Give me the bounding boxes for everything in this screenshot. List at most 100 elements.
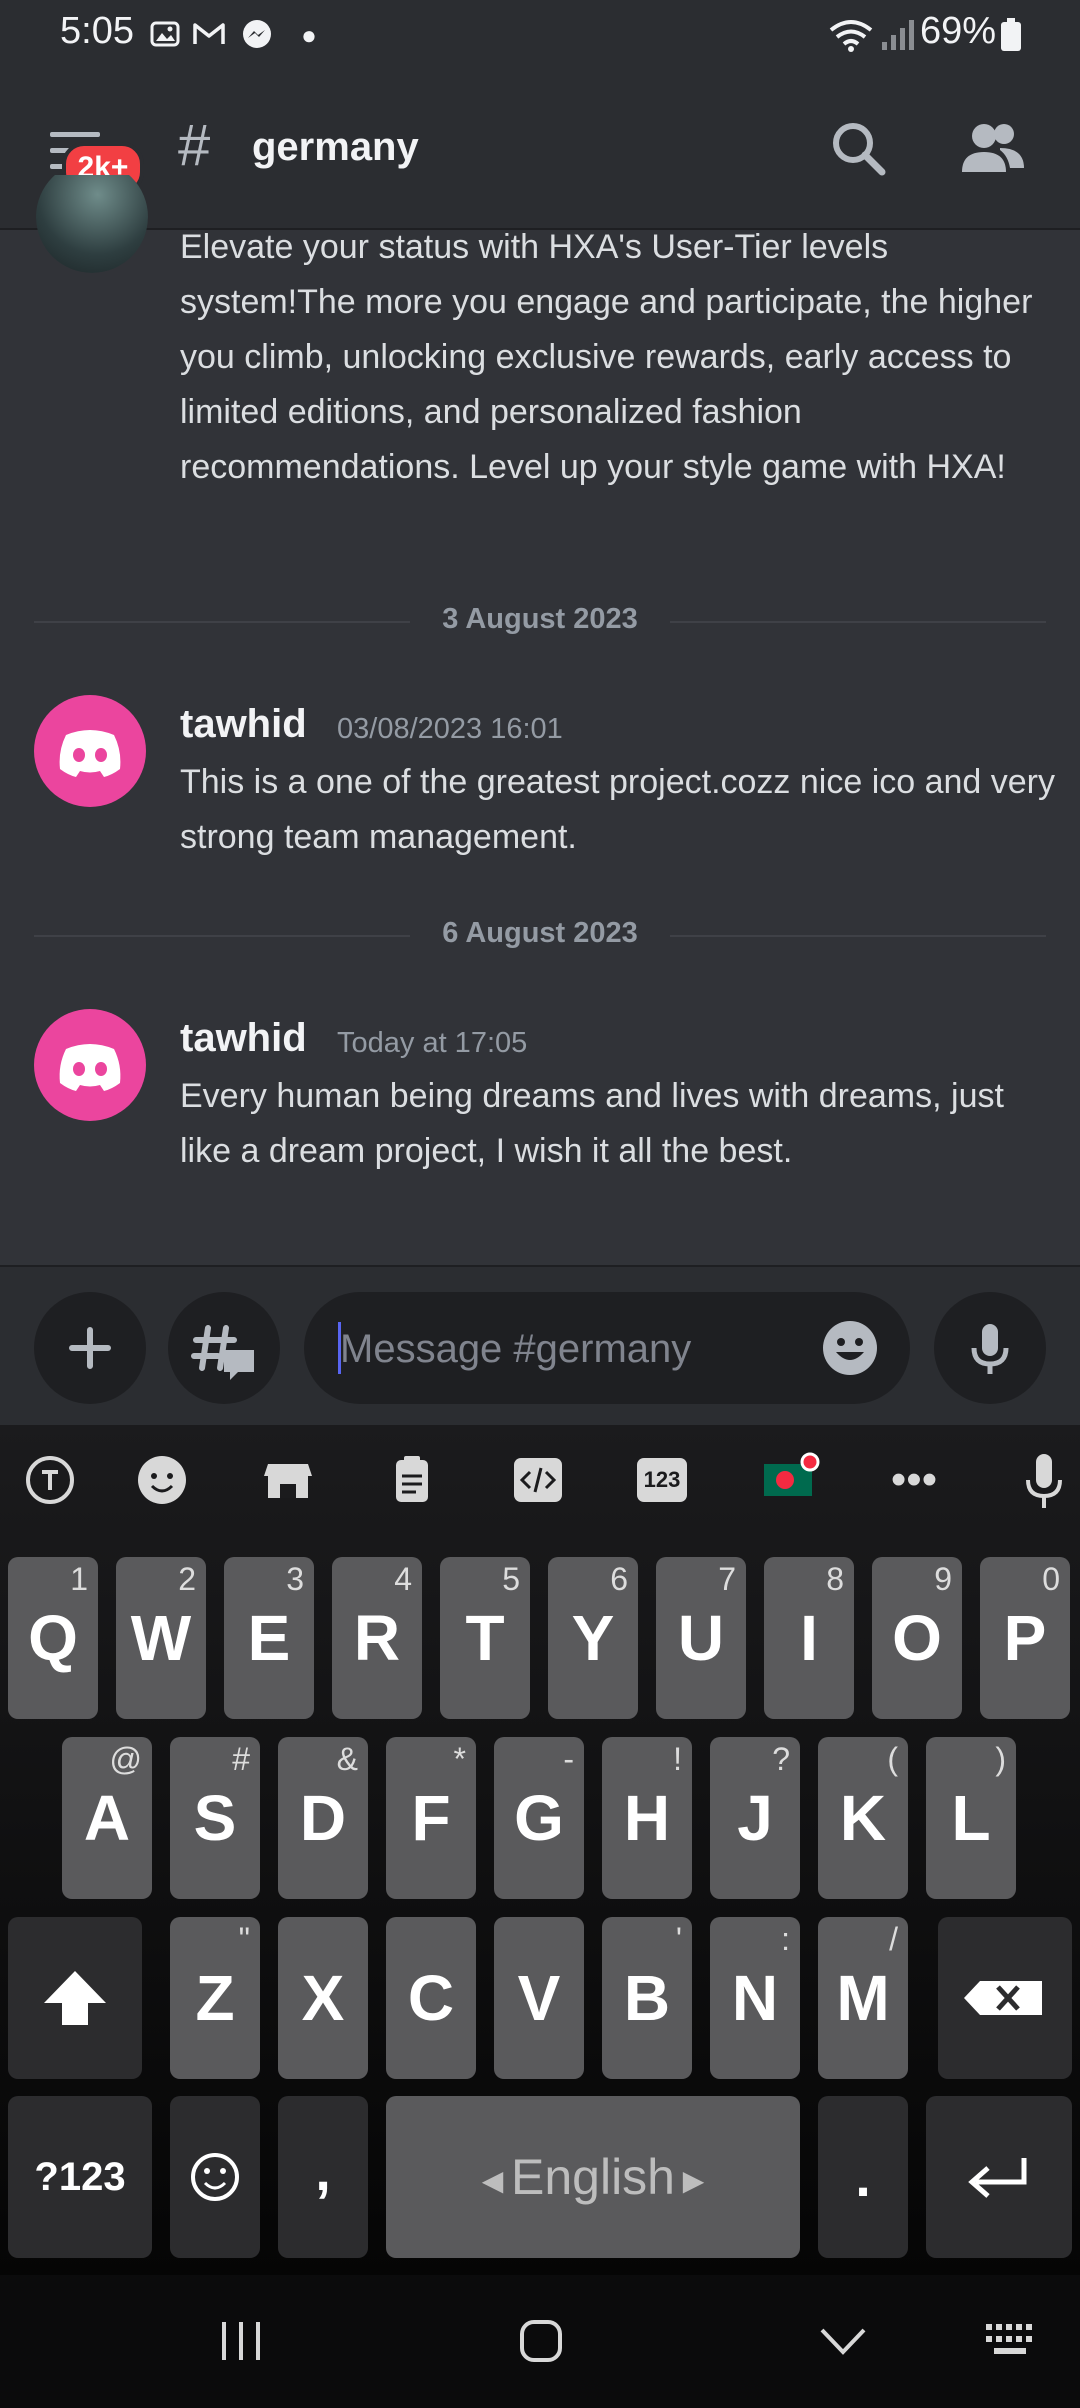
- key-hint: &: [336, 1741, 358, 1777]
- messenger-icon: [240, 18, 274, 52]
- channel-title[interactable]: germany: [252, 125, 419, 170]
- microphone-icon: [971, 1324, 1009, 1374]
- date-divider: 6 August 2023: [442, 917, 638, 949]
- period-key[interactable]: .: [818, 2096, 908, 2258]
- key-y[interactable]: 6Y: [548, 1557, 638, 1719]
- key-hint: (: [887, 1741, 898, 1777]
- add-attachment-button[interactable]: [34, 1292, 146, 1404]
- key-x[interactable]: X: [278, 1917, 368, 2079]
- smiley-icon: [191, 2153, 239, 2201]
- key-o[interactable]: 9O: [872, 1557, 962, 1719]
- text-translate-icon[interactable]: [20, 1450, 80, 1510]
- shift-key[interactable]: [8, 1917, 142, 2079]
- key-p[interactable]: 0P: [980, 1557, 1070, 1719]
- key-hint: 9: [934, 1561, 952, 1597]
- key-m[interactable]: / M: [818, 1917, 908, 2079]
- date-divider-line: [34, 621, 410, 623]
- discord-logo-icon: [59, 730, 121, 777]
- recent-apps-icon[interactable]: [218, 2320, 264, 2367]
- comma-key[interactable]: ,: [278, 2096, 368, 2258]
- space-key[interactable]: ◀ English ▶: [386, 2096, 800, 2258]
- key-hint: 3: [286, 1561, 304, 1597]
- language-right-arrow-icon: ▶: [675, 2164, 705, 2196]
- voice-message-button[interactable]: [934, 1292, 1046, 1404]
- message-text: Every human being dreams and lives with …: [180, 1077, 1004, 1170]
- numeric-keypad-icon[interactable]: 123: [632, 1450, 692, 1510]
- key-s[interactable]: # S: [170, 1737, 260, 1899]
- emoji-key[interactable]: [170, 2096, 260, 2258]
- key-n[interactable]: :N: [710, 1917, 800, 2079]
- key-t[interactable]: 5T: [440, 1557, 530, 1719]
- key-c[interactable]: C: [386, 1917, 476, 2079]
- key-hint: :: [781, 1921, 790, 1957]
- status-time: 5:05: [60, 10, 134, 52]
- key-v[interactable]: V: [494, 1917, 584, 2079]
- message-username[interactable]: tawhid: [180, 1016, 307, 1061]
- thread-icon: [191, 1325, 254, 1380]
- key-j[interactable]: ? J: [710, 1737, 800, 1899]
- avatar[interactable]: [34, 1009, 146, 1121]
- key-u[interactable]: 7U: [656, 1557, 746, 1719]
- message-timestamp: 03/08/2023 16:01: [337, 713, 563, 745]
- date-divider-line: [34, 935, 410, 937]
- key-hint: *: [453, 1741, 466, 1777]
- key-label: X: [301, 1962, 345, 2034]
- clipboard-icon[interactable]: [382, 1450, 442, 1510]
- backspace-key[interactable]: [938, 1917, 1072, 2079]
- members-icon[interactable]: [960, 120, 1026, 181]
- key-w[interactable]: 2W: [116, 1557, 206, 1719]
- key-hint: -: [563, 1741, 574, 1777]
- message-input[interactable]: [338, 1322, 802, 1376]
- key-i[interactable]: 8I: [764, 1557, 854, 1719]
- key-e[interactable]: 3E: [224, 1557, 314, 1719]
- key-hint: ): [995, 1741, 1006, 1777]
- key-f[interactable]: * F: [386, 1737, 476, 1899]
- key-d[interactable]: & D: [278, 1737, 368, 1899]
- key-h[interactable]: ! H: [602, 1737, 692, 1899]
- home-icon[interactable]: [518, 2318, 564, 2369]
- gmail-icon: [192, 18, 226, 52]
- threads-button[interactable]: [168, 1292, 280, 1404]
- avatar[interactable]: [34, 695, 146, 807]
- message-input-box[interactable]: [304, 1292, 910, 1404]
- text-editing-icon[interactable]: [508, 1450, 568, 1510]
- key-q[interactable]: 1Q: [8, 1557, 98, 1719]
- backspace-icon: [964, 1981, 1042, 2015]
- key-z[interactable]: " Z: [170, 1917, 260, 2079]
- voice-input-icon[interactable]: [1014, 1450, 1074, 1510]
- key-hint: 4: [394, 1561, 412, 1597]
- bangladesh-flag-icon[interactable]: [758, 1450, 820, 1510]
- numeric-keypad-label: 123: [637, 1458, 687, 1502]
- plus-icon: [69, 1327, 111, 1369]
- symbols-key[interactable]: ?123: [8, 2096, 152, 2258]
- date-divider: 3 August 2023: [442, 603, 638, 635]
- key-a[interactable]: @ A: [62, 1737, 152, 1899]
- avatar[interactable]: [36, 175, 148, 273]
- key-b[interactable]: ' B: [602, 1917, 692, 2079]
- emoji-picker-icon[interactable]: [820, 1318, 880, 1383]
- key-hint: 1: [70, 1561, 88, 1597]
- search-icon[interactable]: [830, 120, 888, 183]
- signal-icon: [878, 18, 918, 52]
- status-bar: 5:05 ● 69%: [0, 0, 1080, 70]
- enter-key[interactable]: [926, 2096, 1072, 2258]
- key-hint: #: [232, 1741, 250, 1777]
- more-options-icon[interactable]: •••: [884, 1450, 944, 1510]
- key-label: V: [517, 1962, 561, 2034]
- hide-keyboard-icon[interactable]: [818, 2324, 868, 2363]
- key-hint: !: [673, 1741, 682, 1777]
- store-icon[interactable]: [258, 1450, 318, 1510]
- key-hint: 5: [502, 1561, 520, 1597]
- channel-header: [0, 70, 1080, 230]
- key-l[interactable]: ) L: [926, 1737, 1016, 1899]
- key-r[interactable]: 4R: [332, 1557, 422, 1719]
- notification-dot-icon: ●: [301, 20, 317, 50]
- key-g[interactable]: -G: [494, 1737, 584, 1899]
- keyboard-switch-icon[interactable]: [984, 2322, 1040, 2363]
- message-username[interactable]: tawhid: [180, 702, 307, 747]
- battery-icon: [1000, 18, 1022, 57]
- emoji-keyboard-icon[interactable]: [132, 1450, 192, 1510]
- message-text: Elevate your status with HXA's User-Tier…: [180, 228, 1033, 486]
- gallery-icon: [148, 18, 182, 52]
- key-k[interactable]: (K: [818, 1737, 908, 1899]
